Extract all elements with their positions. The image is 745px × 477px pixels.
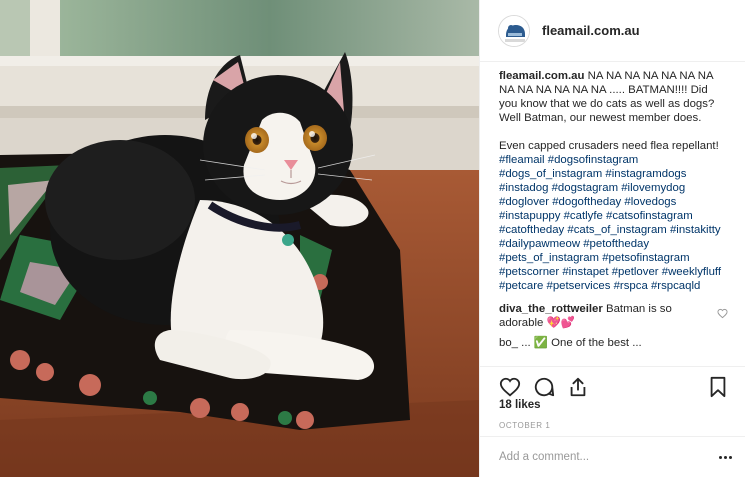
caption-hashtags[interactable]: #fleamail #dogsofinstagram #dogs_of_inst…: [499, 153, 729, 293]
avatar[interactable]: [498, 14, 530, 47]
post-caption: fleamail.com.au NA NA NA NA NA NA NA NA …: [499, 69, 729, 293]
speech-bubble-icon: [534, 377, 555, 396]
account-username[interactable]: fleamail.com.au: [542, 23, 640, 38]
bookmark-icon: [710, 376, 726, 397]
post-date[interactable]: OCTOBER 1: [499, 421, 551, 430]
post-photo[interactable]: [0, 0, 479, 477]
fleamail-logo-icon: [499, 15, 529, 46]
post-header: fleamail.com.au: [480, 0, 745, 62]
like-button[interactable]: [498, 375, 522, 399]
add-comment-bar: [480, 436, 745, 477]
share-upload-icon: [570, 377, 586, 396]
comments-section: fleamail.com.au NA NA NA NA NA NA NA NA …: [480, 62, 745, 366]
cat-image: [0, 0, 479, 477]
likes-count[interactable]: 18 likes: [499, 399, 541, 411]
more-options-icon[interactable]: [716, 450, 734, 464]
comment-item: diva_the_rottweiler Batman is so adorabl…: [499, 302, 729, 330]
comment-item-partial: bo_ ... ✅ One of the best ...: [499, 337, 642, 349]
add-comment-input[interactable]: [499, 451, 716, 463]
heart-outline-icon: [499, 377, 521, 396]
save-button[interactable]: [706, 375, 730, 399]
caption-username[interactable]: fleamail.com.au: [499, 70, 584, 82]
comment-username[interactable]: diva_the_rottweiler: [499, 303, 603, 315]
caption-text-2: Even capped crusaders need flea repellan…: [499, 140, 719, 152]
small-heart-icon[interactable]: [717, 308, 728, 319]
comment-button[interactable]: [532, 375, 556, 399]
share-button[interactable]: [566, 375, 590, 399]
post-side-panel: fleamail.com.au fleamail.com.au NA NA NA…: [479, 0, 745, 477]
